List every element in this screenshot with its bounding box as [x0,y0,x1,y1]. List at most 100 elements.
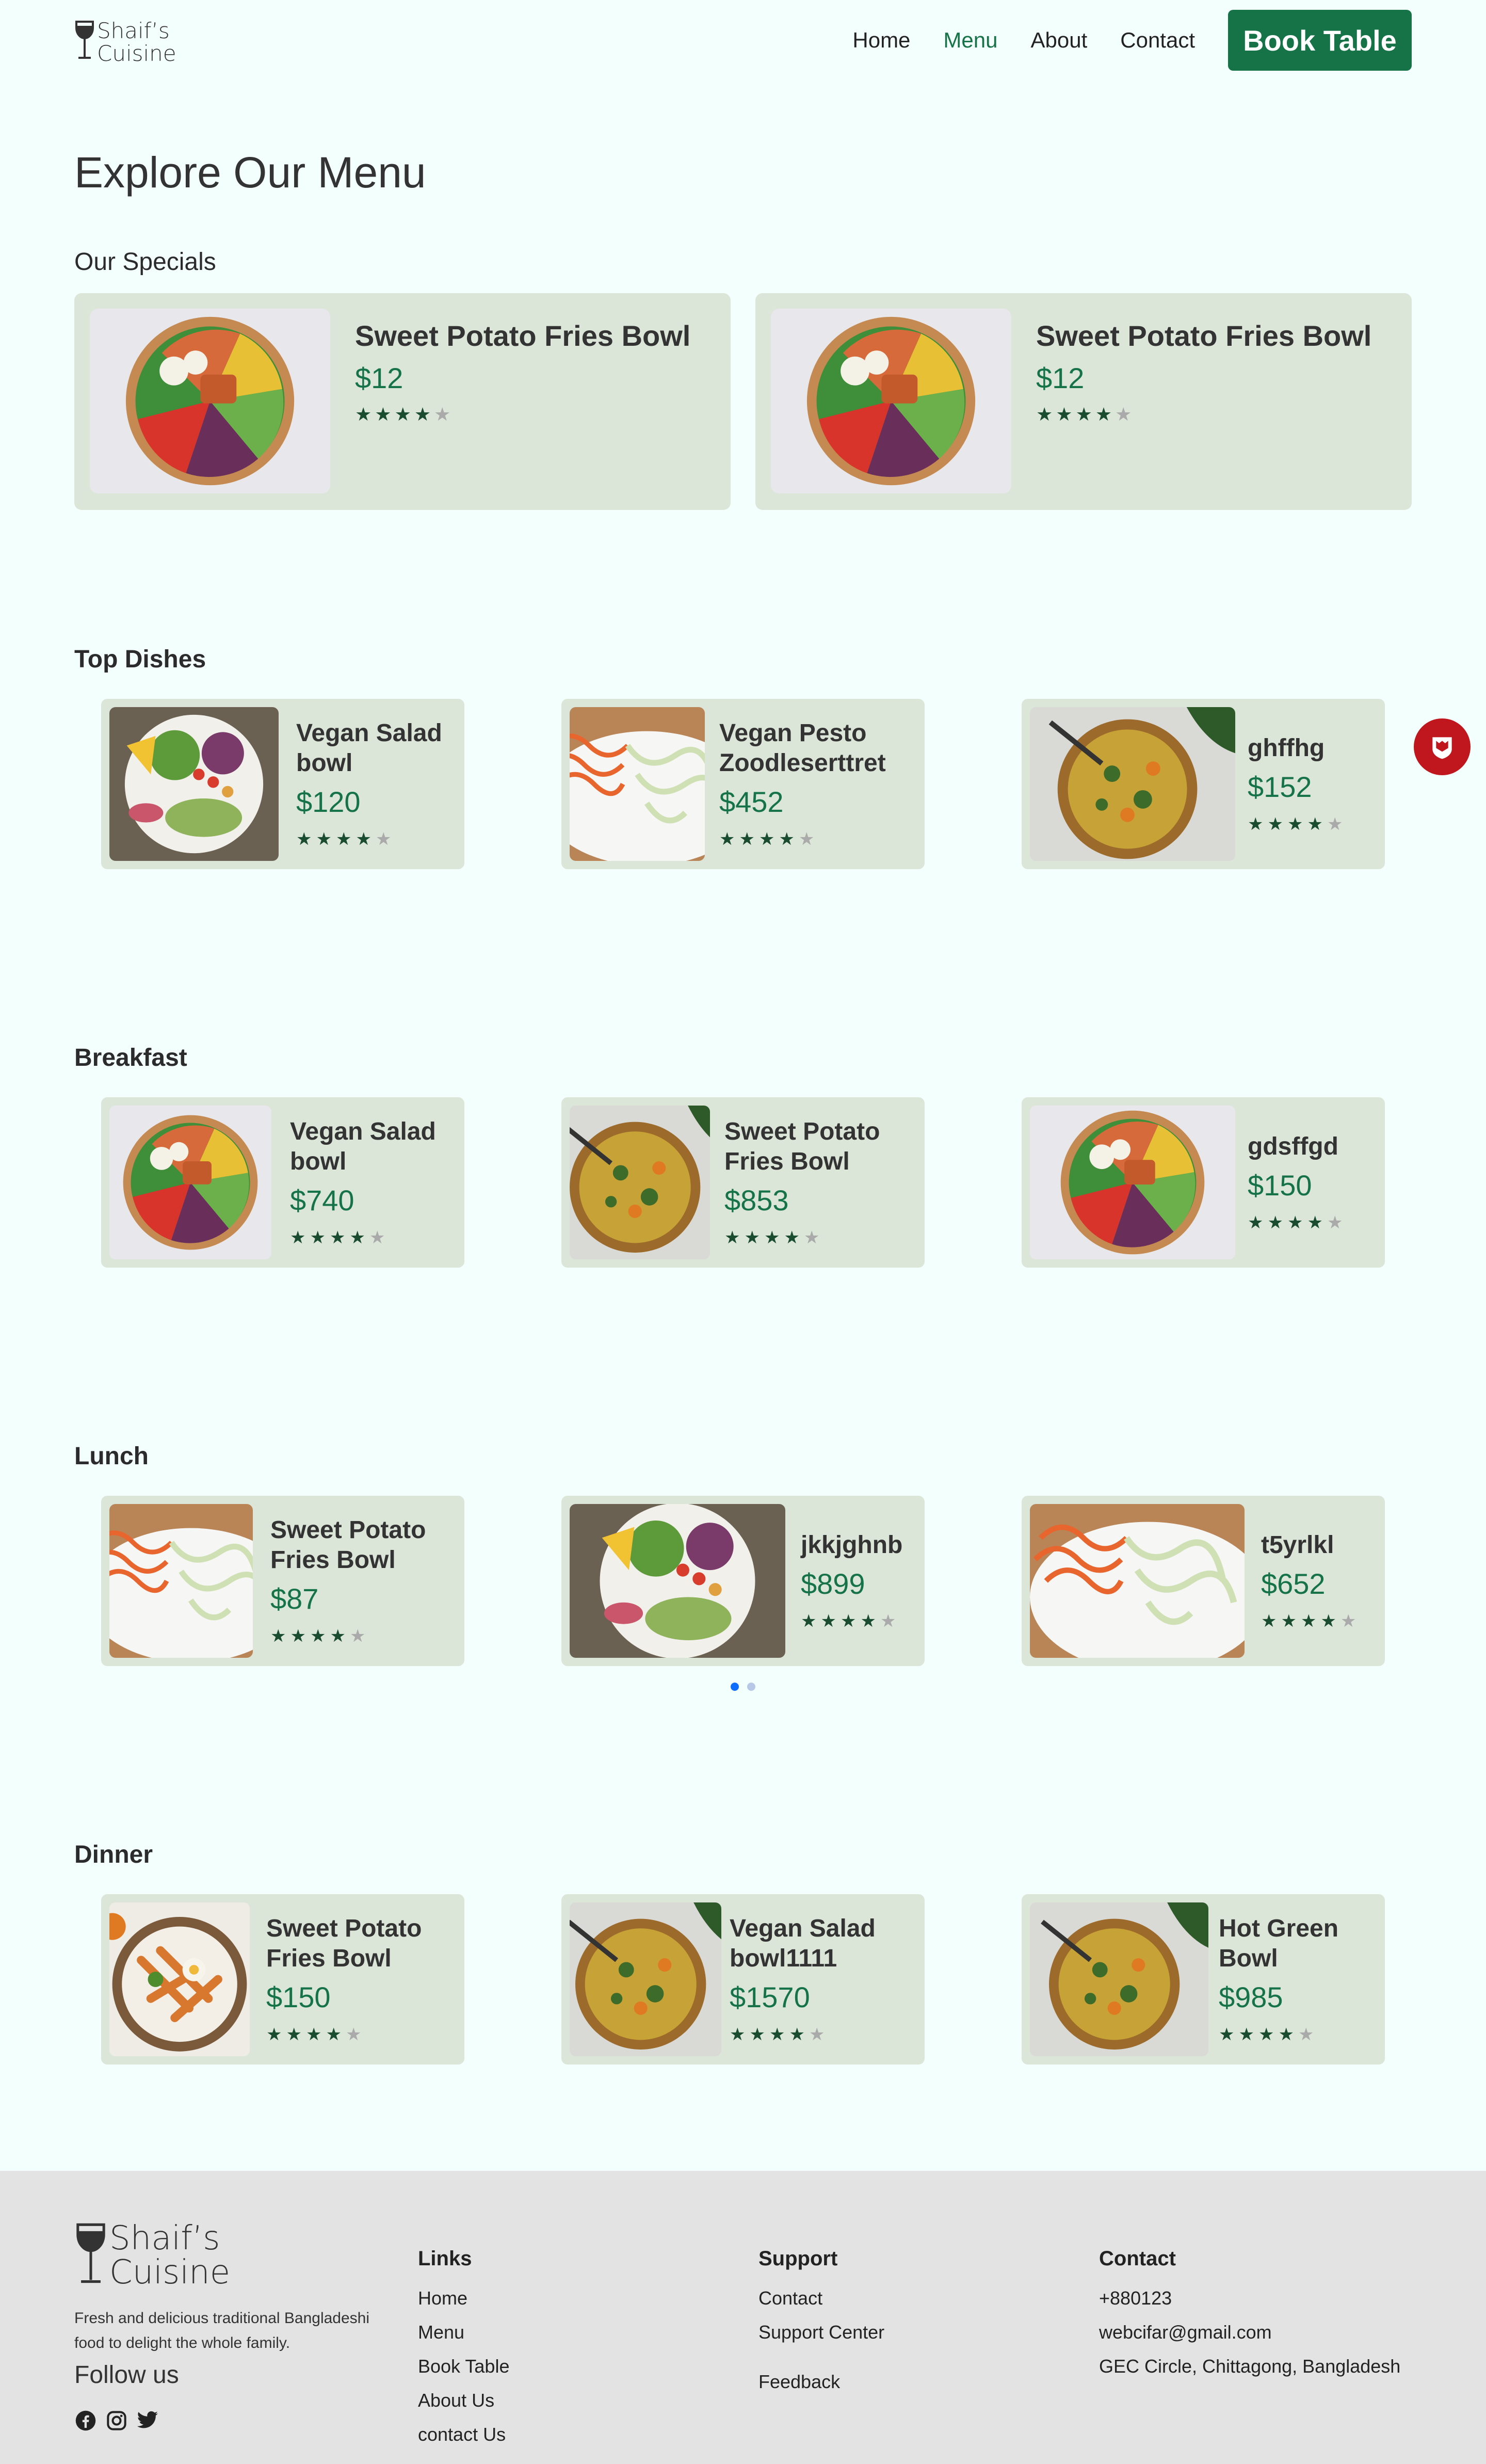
nav-menu[interactable]: Menu [943,9,997,71]
dish-name: Vegan Salad bowl1111 [730,1915,876,1972]
dish-card[interactable]: Sweet Potato Fries Bowl $150 ★★★★★ [101,1894,464,2065]
instagram-icon[interactable] [105,2409,128,2432]
dish-card[interactable]: ghffhg $152 ★★★★★ [1022,699,1385,869]
star-filled-icon: ★ [1281,1611,1301,1631]
footer-link-about[interactable]: About Us [418,2383,509,2418]
star-filled-icon: ★ [1287,814,1307,834]
dish-price: $87 [270,1582,319,1615]
rating-stars: ★★★★★ [296,829,454,850]
footer-link-menu[interactable]: Menu [418,2315,509,2349]
star-filled-icon: ★ [305,2025,326,2044]
star-filled-icon: ★ [1267,814,1287,834]
dish-card[interactable]: jkkjghnb $899 ★★★★★ [561,1496,925,1666]
dish-card[interactable]: Vegan Salad bowl $120 ★★★★★ [101,699,464,869]
star-filled-icon: ★ [326,2025,346,2044]
footer-links-column: Links Home Menu Book Table About Us cont… [418,2246,509,2452]
dish-price: $12 [355,362,403,394]
star-filled-icon: ★ [329,1228,350,1247]
book-table-button[interactable]: Book Table [1228,10,1412,71]
carousel-dot[interactable] [747,1683,755,1691]
star-filled-icon: ★ [784,1228,804,1247]
dish-name: Sweet Potato Fries Bowl [724,1118,880,1175]
star-filled-icon: ★ [758,829,779,849]
special-card[interactable]: Sweet Potato Fries Bowl $12 ★★★★★ [755,293,1412,510]
star-filled-icon: ★ [355,404,375,425]
special-card[interactable]: Sweet Potato Fries Bowl $12 ★★★★★ [74,293,731,510]
star-filled-icon: ★ [310,1626,330,1646]
star-filled-icon: ★ [739,829,759,849]
section-title-dinner: Dinner [74,1841,153,1868]
star-filled-icon: ★ [394,404,414,425]
dish-card[interactable]: t5yrlkl $652 ★★★★★ [1022,1496,1385,1666]
star-empty-icon: ★ [798,829,819,849]
dish-card[interactable]: Sweet Potato Fries Bowl $87 ★★★★★ [101,1496,464,1666]
shield-badge-icon[interactable] [1414,718,1471,775]
star-filled-icon: ★ [801,1611,821,1631]
dish-image [1030,1106,1235,1259]
star-filled-icon: ★ [316,829,336,849]
footer-support-contact[interactable]: Contact [758,2281,884,2315]
footer-description: Fresh and delicious traditional Banglade… [74,2310,370,2351]
twitter-icon[interactable] [136,2409,159,2432]
star-empty-icon: ★ [369,1228,390,1247]
star-empty-icon: ★ [349,1626,370,1646]
social-links [74,2409,167,2432]
dish-card[interactable]: Vegan Salad bowl1111 $1570 ★★★★★ [561,1894,925,2065]
star-filled-icon: ★ [1036,404,1056,425]
dish-card[interactable]: Vegan Salad bowl $740 ★★★★★ [101,1097,464,1268]
site-logo[interactable]: Shaif’s Cuisine [74,20,176,65]
section-title-lunch: Lunch [74,1443,149,1470]
nav-home[interactable]: Home [852,9,910,71]
star-filled-icon: ★ [266,2025,286,2044]
footer-link-contact[interactable]: contact Us [418,2418,509,2452]
star-filled-icon: ★ [1219,2025,1239,2044]
footer-support-column: Support Contact Support Center Feedback [758,2246,884,2399]
facebook-icon[interactable] [74,2409,97,2432]
star-empty-icon: ★ [1115,404,1135,425]
star-filled-icon: ★ [1248,1213,1268,1233]
dish-image [109,1106,271,1259]
rating-stars: ★★★★★ [266,2024,454,2045]
dish-name: Sweet Potato Fries Bowl [1036,319,1372,352]
dish-image [570,707,705,861]
dish-card[interactable]: Vegan Pesto Zoodleserttret $452 ★★★★★ [561,699,925,869]
nav-contact[interactable]: Contact [1120,9,1195,71]
star-filled-icon: ★ [860,1611,880,1631]
follow-us-label: Follow us [74,2361,179,2389]
star-filled-icon: ★ [719,829,739,849]
star-empty-icon: ★ [345,2025,366,2044]
dish-price: $12 [1036,362,1085,394]
dish-card[interactable]: Hot Green Bowl $985 ★★★★★ [1022,1894,1385,2065]
footer-link-book-table[interactable]: Book Table [418,2349,509,2383]
star-filled-icon: ★ [1267,1213,1287,1233]
footer-link-home[interactable]: Home [418,2281,509,2315]
carousel-dot[interactable] [731,1683,739,1691]
site-header: Shaif’s Cuisine Home Menu About Contact … [0,0,1486,83]
star-empty-icon: ★ [1327,814,1347,834]
site-footer: Shaif’s Cuisine Fresh and delicious trad… [0,2171,1486,2464]
star-empty-icon: ★ [434,404,454,425]
footer-contact-title: Contact [1099,2247,1176,2270]
carousel-dots [731,1683,764,1691]
footer-support-feedback[interactable]: Feedback [758,2365,884,2399]
dish-name: jkkjghnb [801,1531,903,1559]
wine-glass-icon [76,2223,105,2283]
footer-logo[interactable]: Shaif’s Cuisine [74,2221,230,2290]
star-empty-icon: ★ [1327,1213,1347,1233]
dish-price: $1570 [730,1981,810,2013]
footer-support-center[interactable]: Support Center [758,2315,884,2349]
star-filled-icon: ★ [744,1228,764,1247]
logo-text-line1: Shaif’s [97,18,170,43]
nav-about[interactable]: About [1030,9,1087,71]
rating-stars: ★★★★★ [270,1626,454,1646]
dish-card[interactable]: Sweet Potato Fries Bowl $853 ★★★★★ [561,1097,925,1268]
rating-stars: ★★★★★ [730,2024,914,2045]
star-filled-icon: ★ [789,2025,809,2044]
main-nav: Home Menu About Contact Book Table [819,9,1412,71]
footer-address: GEC Circle, Chittagong, Bangladesh [1099,2356,1401,2377]
page-title: Explore Our Menu [74,148,426,197]
footer-email[interactable]: webcifar@gmail.com [1099,2315,1400,2349]
section-title-specials: Our Specials [74,248,216,276]
dish-card[interactable]: gdsffgd $150 ★★★★★ [1022,1097,1385,1268]
dish-name: Sweet Potato Fries Bowl [266,1915,422,1972]
